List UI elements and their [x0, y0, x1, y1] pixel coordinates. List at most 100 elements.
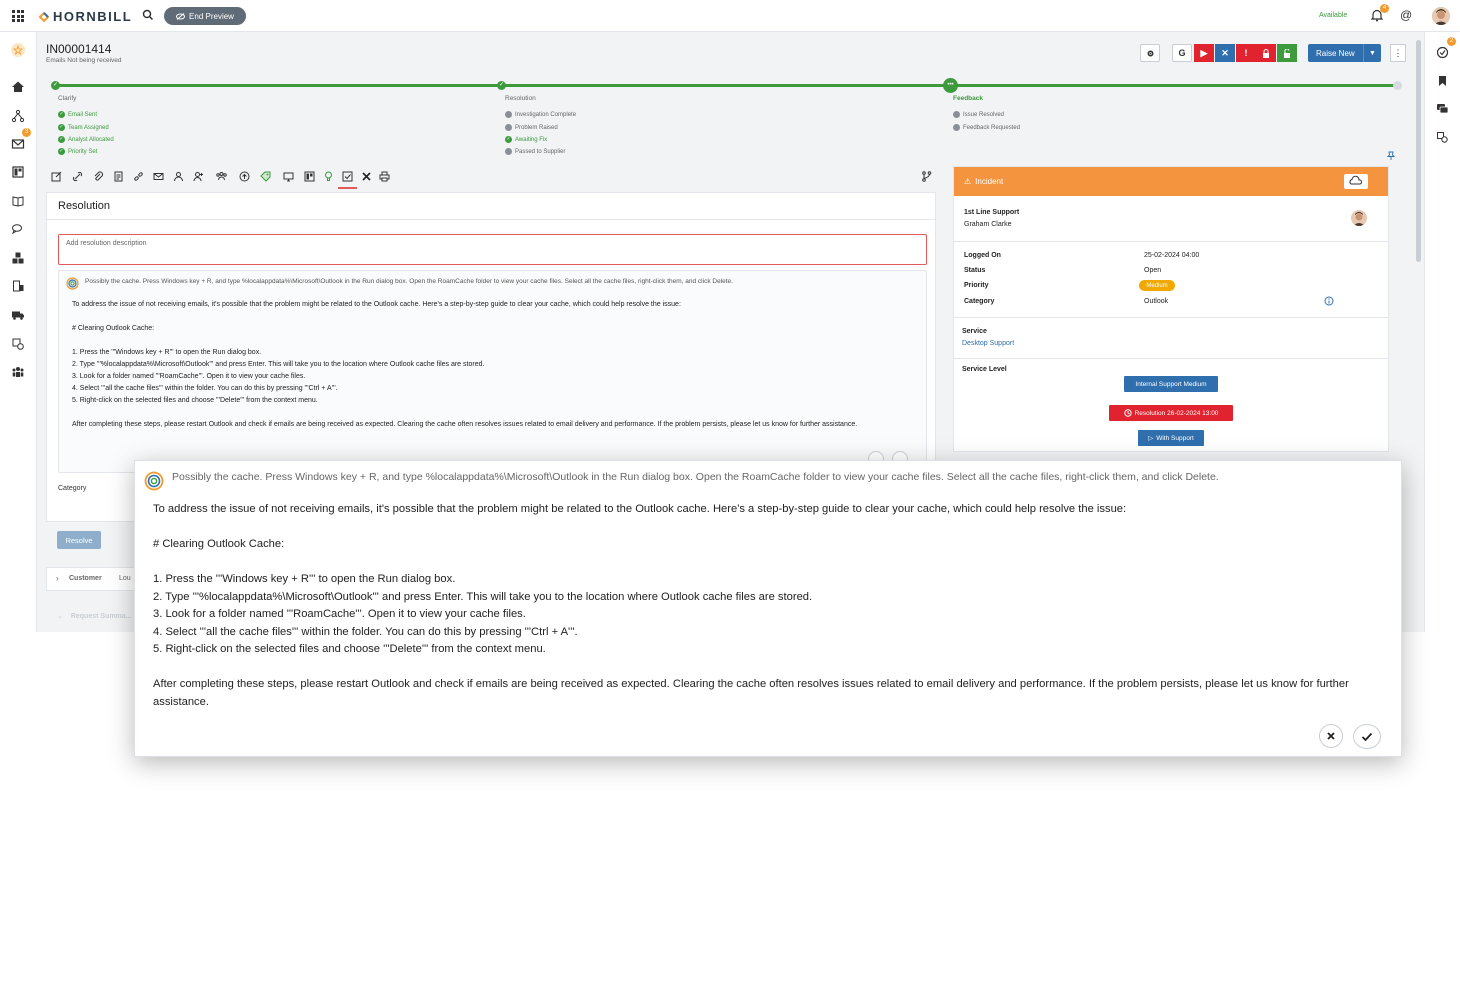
gear-icon	[1146, 49, 1154, 57]
popup-step: 1. Press the '''Windows key + R''' to op…	[153, 573, 456, 585]
hornbill-logo-icon	[38, 11, 50, 22]
home-icon[interactable]	[11, 80, 25, 94]
service-link[interactable]: Desktop Support	[962, 340, 1014, 347]
brand-logo[interactable]: HORNBILL	[38, 9, 132, 24]
suggestion-step: 3. Look for a folder named '''RoamCache'…	[72, 373, 306, 380]
customer-label: Customer	[69, 575, 102, 582]
board-view-icon[interactable]	[304, 171, 315, 182]
lock-button[interactable]	[1256, 44, 1276, 62]
owner-avatar[interactable]	[1351, 210, 1367, 226]
divider	[47, 219, 935, 220]
kebab-icon: ⋮	[1393, 47, 1403, 58]
stage-clarify-dot: ✓	[51, 81, 60, 90]
print-icon[interactable]	[379, 171, 390, 182]
incident-header-button[interactable]	[1344, 174, 1368, 189]
google-search-button[interactable]: G	[1172, 44, 1192, 62]
chevron-down-icon: ⌄	[57, 613, 63, 620]
stage-item: ✓ Email Sent	[58, 111, 98, 118]
service-icon[interactable]	[11, 337, 25, 351]
truck-icon[interactable]	[11, 308, 25, 322]
divider	[954, 317, 1388, 318]
email-icon[interactable]	[153, 171, 164, 182]
availability-status[interactable]: Available	[1319, 12, 1347, 19]
resolve-check-icon[interactable]	[342, 171, 353, 182]
status-value: Open	[1144, 267, 1162, 274]
ai-assistant-icon	[66, 277, 79, 290]
building-icon[interactable]	[11, 279, 25, 293]
close-request-icon[interactable]	[361, 171, 372, 182]
linked-items-icon[interactable]	[1436, 131, 1449, 144]
sla-state-button[interactable]: ▷ With Support	[1138, 430, 1204, 446]
active-tab-indicator	[338, 187, 357, 189]
user-avatar[interactable]	[1432, 7, 1450, 25]
check-icon: ✓	[58, 111, 65, 118]
settings-button[interactable]	[1140, 44, 1160, 62]
people-icon[interactable]	[11, 365, 25, 379]
warning-icon: ⚠	[964, 177, 972, 186]
avatar-face-icon	[1432, 7, 1450, 25]
stage-title: Clarify	[58, 95, 77, 102]
attachment-icon[interactable]	[93, 171, 104, 182]
check-icon: ✓	[505, 136, 512, 143]
logged-on-value: 25-02-2024 04:00	[1144, 252, 1200, 259]
user-icon[interactable]	[173, 171, 184, 182]
link-icon[interactable]	[72, 171, 83, 182]
customer-value: Lou	[119, 575, 131, 582]
edit-icon[interactable]	[51, 171, 62, 182]
chain-icon[interactable]	[133, 171, 144, 182]
check-icon: ✓	[58, 136, 65, 143]
info-icon[interactable]	[1324, 296, 1334, 306]
record-button[interactable]: ▶	[1194, 44, 1214, 62]
team-icon[interactable]	[216, 171, 227, 182]
pin-icon[interactable]	[1387, 151, 1395, 160]
tasks-check-icon[interactable]	[1436, 46, 1449, 59]
bookmark-icon[interactable]	[1437, 75, 1448, 87]
tasks-badge: 2	[1447, 37, 1456, 46]
request-summary-section[interactable]: ⌄ Request Summa...	[57, 612, 132, 620]
mail-icon[interactable]	[11, 137, 25, 151]
sla-name-button[interactable]: Internal Support Medium	[1124, 376, 1218, 392]
resolution-description-input[interactable]: Add resolution description	[58, 234, 927, 265]
book-icon[interactable]	[11, 194, 25, 208]
end-preview-label: End Preview	[189, 11, 234, 21]
workflow-branch-icon[interactable]	[921, 171, 932, 182]
org-chart-icon[interactable]	[11, 109, 25, 123]
raise-new-button[interactable]: Raise New ▼	[1308, 44, 1381, 62]
search-icon[interactable]	[141, 8, 155, 22]
favorites-star-icon[interactable]	[11, 43, 25, 57]
status-label: Status	[964, 267, 986, 274]
resolution-title: Resolution	[58, 200, 110, 212]
cubes-icon[interactable]	[11, 251, 25, 265]
escalate-button[interactable]: !	[1236, 44, 1256, 62]
accept-suggestion-button[interactable]	[1353, 724, 1381, 749]
play-icon: ▷	[1148, 435, 1154, 442]
sla-resolution-label: Resolution 26-02-2024 13:00	[1134, 409, 1219, 417]
stage-item: Issue Resolved	[953, 111, 1004, 118]
more-actions-button[interactable]: ⋮	[1390, 44, 1406, 62]
tag-icon[interactable]	[260, 171, 271, 182]
app-grid-icon[interactable]	[12, 10, 24, 22]
suggestion-intro: To address the issue of not receiving em…	[72, 301, 681, 308]
mentions-icon[interactable]: @	[1400, 8, 1412, 22]
board-icon[interactable]	[11, 165, 25, 179]
sla-resolution-button[interactable]: Resolution 26-02-2024 13:00	[1109, 405, 1233, 421]
document-icon[interactable]	[113, 171, 124, 182]
category-value: Outlook	[1144, 298, 1169, 305]
chat-bubbles-icon[interactable]	[11, 222, 25, 236]
conversations-icon[interactable]	[1436, 103, 1449, 115]
unlock-button[interactable]	[1277, 44, 1297, 62]
dismiss-suggestion-button[interactable]	[1319, 724, 1343, 748]
popup-heading: # Clearing Outlook Cache:	[153, 538, 285, 550]
owner-name[interactable]: Graham Clarke	[964, 221, 1011, 228]
upload-icon[interactable]	[239, 171, 250, 182]
end-preview-button[interactable]: End Preview	[164, 7, 246, 25]
add-user-icon[interactable]	[193, 171, 204, 182]
lightbulb-icon[interactable]	[323, 171, 334, 182]
notifications-badge: 4	[1380, 4, 1389, 13]
raise-new-caret-icon[interactable]: ▼	[1363, 44, 1381, 62]
monitor-icon[interactable]	[283, 171, 294, 182]
fullscreen-button[interactable]: ✕	[1215, 44, 1235, 62]
resolve-button[interactable]: Resolve	[57, 531, 101, 549]
scrollbar-thumb[interactable]	[1416, 40, 1421, 262]
suggestion-heading: # Clearing Outlook Cache:	[72, 325, 155, 332]
